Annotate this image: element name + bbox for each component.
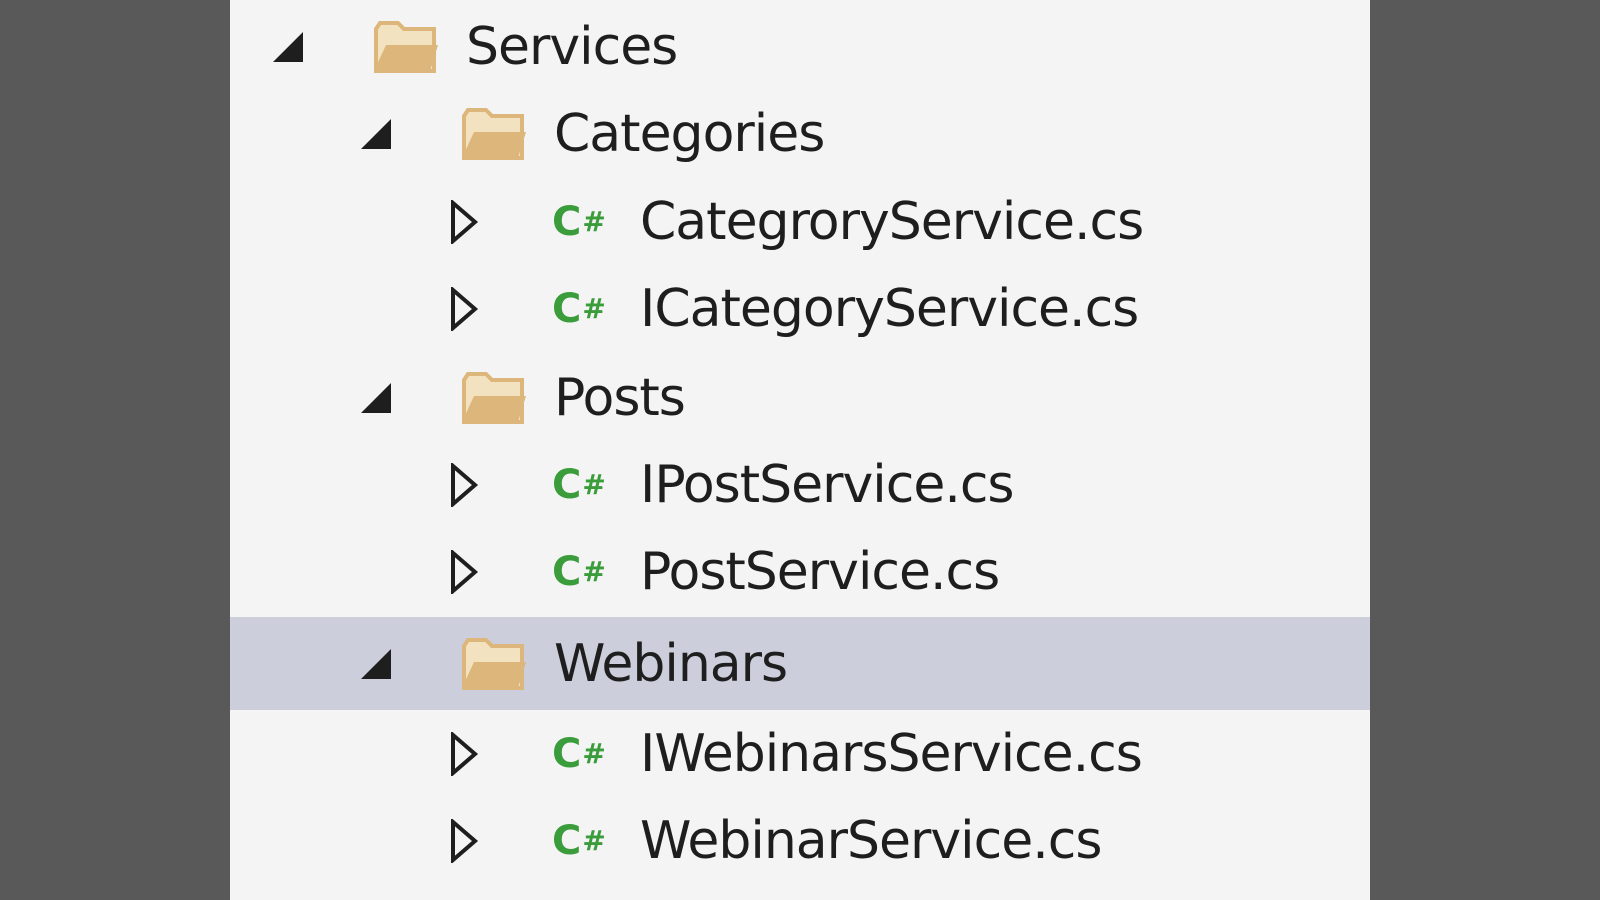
expand-collapse-icon[interactable] — [356, 114, 396, 154]
collapsed-expander-icon[interactable] — [444, 463, 484, 507]
tree-item-label: Services — [466, 17, 678, 77]
expand-collapse-icon[interactable] — [356, 644, 396, 684]
tree-item-services[interactable]: Services — [230, 3, 1370, 91]
collapsed-expander-icon[interactable] — [444, 819, 484, 863]
folder-open-icon — [460, 368, 528, 428]
tree-item-file[interactable]: C # PostService.cs — [230, 528, 1370, 616]
csharp-file-icon: C # — [552, 731, 606, 777]
folder-open-icon — [460, 634, 528, 694]
tree-item-categories[interactable]: Categories — [230, 90, 1370, 178]
tree-item-webinars[interactable]: Webinars — [230, 617, 1370, 710]
tree-item-label: Posts — [554, 368, 686, 428]
collapsed-expander-icon[interactable] — [444, 550, 484, 594]
folder-open-icon — [460, 104, 528, 164]
folder-open-icon — [372, 17, 440, 77]
csharp-file-icon: C # — [552, 818, 606, 864]
expand-collapse-icon[interactable] — [356, 378, 396, 418]
collapsed-expander-icon[interactable] — [444, 200, 484, 244]
tree-item-file[interactable]: C # CategroryService.cs — [230, 178, 1370, 266]
tree-item-file[interactable]: C # IPostService.cs — [230, 441, 1370, 529]
solution-explorer-tree: Services Categories C # CategroryService.… — [230, 0, 1370, 900]
tree-item-label: Webinars — [554, 633, 788, 694]
expand-collapse-icon[interactable] — [268, 27, 308, 67]
collapsed-expander-icon[interactable] — [444, 287, 484, 331]
tree-item-label: PostService.cs — [640, 542, 1000, 602]
tree-item-file[interactable]: C # IWebinarsService.cs — [230, 710, 1370, 798]
csharp-file-icon: C # — [552, 462, 606, 508]
tree-item-label: WebinarService.cs — [640, 811, 1102, 871]
tree-item-label: IWebinarsService.cs — [640, 724, 1143, 784]
tree-item-label: IPostService.cs — [640, 455, 1015, 515]
tree-item-posts[interactable]: Posts — [230, 354, 1370, 442]
csharp-file-icon: C # — [552, 549, 606, 595]
csharp-file-icon: C # — [552, 199, 606, 245]
tree-item-label: ICategoryService.cs — [640, 279, 1139, 339]
csharp-file-icon: C # — [552, 286, 606, 332]
tree-item-label: CategroryService.cs — [640, 192, 1144, 252]
tree-item-file[interactable]: C # ICategoryService.cs — [230, 265, 1370, 353]
collapsed-expander-icon[interactable] — [444, 732, 484, 776]
tree-item-file[interactable]: C # WebinarService.cs — [230, 797, 1370, 885]
tree-item-label: Categories — [554, 104, 825, 164]
